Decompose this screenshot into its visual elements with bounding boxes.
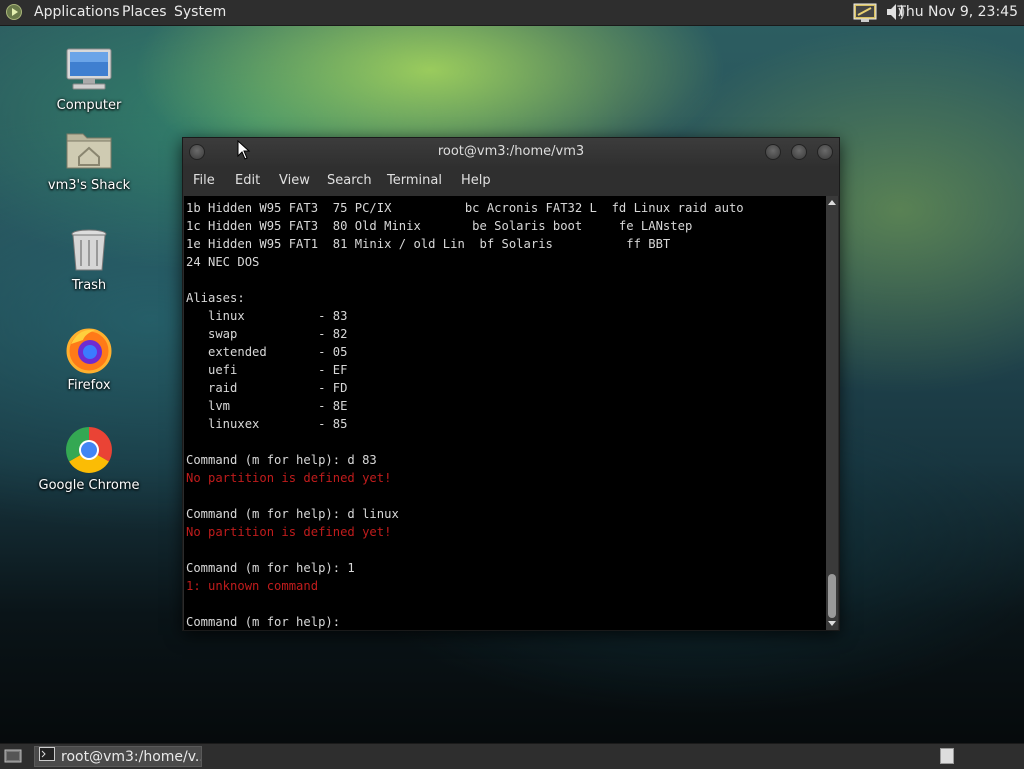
terminal-line: swap - 82 [186,327,348,341]
taskbar-label: root@vm3:/home/v... [61,749,202,765]
places-menu[interactable]: Places [122,0,167,25]
terminal-icon [39,747,55,766]
terminal-line: 1c Hidden W95 FAT3 80 Old Minix be Solar… [186,219,693,233]
show-desktop-icon[interactable] [4,748,22,768]
terminal-line: extended - 05 [186,345,348,359]
scroll-up-icon[interactable] [828,200,836,205]
desktop-icon-computer[interactable]: Computer [34,46,144,113]
minimize-button[interactable] [765,144,781,160]
terminal-titlebar[interactable]: root@vm3:/home/vm3 [183,138,839,166]
workspace-switcher[interactable] [940,748,954,764]
terminal-line: Command (m for help): 1 [186,561,355,575]
home-folder-icon [65,126,113,174]
scroll-down-icon[interactable] [828,621,836,626]
system-menu[interactable]: System [174,0,226,25]
terminal-line: raid - FD [186,381,348,395]
terminal-line: Command (m for help): d linux [186,507,399,521]
desktop-icon-label: Firefox [67,378,111,393]
terminal-line: lvm - 8E [186,399,348,413]
desktop-icon-trash[interactable]: Trash [34,226,144,293]
terminal-line: linux - 83 [186,309,348,323]
menu-terminal[interactable]: Terminal [387,166,442,196]
desktop-icon-chrome[interactable]: Google Chrome [34,426,144,493]
menu-help[interactable]: Help [461,166,491,196]
clock[interactable]: Thu Nov 9, 23:45 [897,0,1018,25]
close-button[interactable] [817,144,833,160]
menu-file[interactable]: File [193,166,215,196]
terminal-line: 1e Hidden W95 FAT1 81 Minix / old Lin bf… [186,237,671,251]
trash-icon [65,226,113,274]
desktop-icon-home[interactable]: vm3's Shack [34,126,144,193]
menu-view[interactable]: View [279,166,310,196]
terminal-line: uefi - EF [186,363,348,377]
terminal-line: Command (m for help): [186,615,348,629]
taskbar-terminal[interactable]: root@vm3:/home/v... [34,746,202,767]
window-title: root@vm3:/home/vm3 [437,144,585,159]
terminal-line: 1b Hidden W95 FAT3 75 PC/IX bc Acronis F… [186,201,744,215]
menu-search[interactable]: Search [327,166,372,196]
desktop-icon-firefox[interactable]: Firefox [34,326,144,393]
terminal-line: Command (m for help): d 83 [186,453,377,467]
terminal-scrollbar[interactable] [826,196,838,630]
terminal-line: linuxex - 85 [186,417,348,431]
menu-logo-icon[interactable] [6,4,22,20]
scrollbar-thumb[interactable] [828,574,836,618]
chrome-icon [65,426,113,474]
menu-edit[interactable]: Edit [235,166,260,196]
display-icon[interactable] [853,3,877,27]
desktop-icon-label: Computer [56,98,122,113]
desktop-icon-label: vm3's Shack [47,178,131,193]
terminal-line: Aliases: [186,291,245,305]
desktop-icon-label: Google Chrome [38,478,140,493]
terminal-line: 24 NEC DOS [186,255,260,269]
applications-menu[interactable]: Applications [34,0,120,25]
computer-icon [65,46,113,94]
desktop-icon-label: Trash [71,278,107,293]
terminal-output[interactable]: 1b Hidden W95 FAT3 75 PC/IX bc Acronis F… [184,196,827,630]
terminal-error-line: 1: unknown command [186,579,319,593]
top-panel: Applications Places System Thu Nov 9, 23… [0,0,1024,26]
maximize-button[interactable] [791,144,807,160]
bottom-panel: root@vm3:/home/v... [0,743,1024,769]
terminal-error-line: No partition is defined yet! [186,471,392,485]
window-menu-button[interactable] [189,144,205,160]
terminal-text: 1b Hidden W95 FAT3 75 PC/IX bc Acronis F… [184,196,827,630]
terminal-error-line: No partition is defined yet! [186,525,392,539]
terminal-window[interactable]: root@vm3:/home/vm3 File Edit View Search… [182,137,840,631]
terminal-menubar: File Edit View Search Terminal Help [183,166,839,196]
mouse-cursor-icon [237,139,251,164]
firefox-icon [65,326,113,374]
